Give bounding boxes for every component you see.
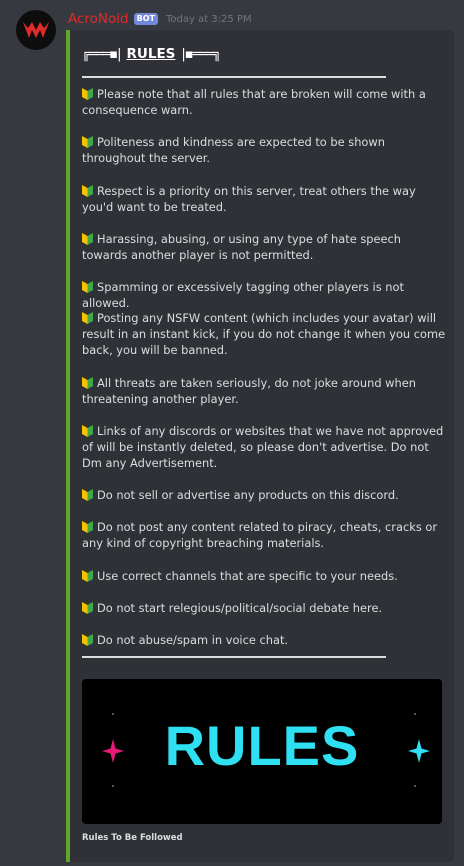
beginner-shield-icon: [82, 88, 93, 100]
beginner-shield-icon: [82, 185, 93, 197]
rule-text: Do not sell or advertise any products on…: [97, 488, 399, 502]
rule-item: All threats are taken seriously, do not …: [82, 375, 446, 407]
rule-text: Do not post any content related to pirac…: [82, 520, 438, 550]
beginner-shield-icon: [82, 312, 93, 324]
beginner-shield-icon: [82, 136, 93, 148]
beginner-shield-icon: [82, 521, 93, 533]
rules-embed: ╔═══▪| RULES |▪═══╗ Please note that all…: [66, 30, 454, 862]
rule-text: Spamming or excessively tagging other pl…: [82, 280, 404, 310]
acronoid-logo-icon: [23, 22, 49, 38]
rule-item: Politeness and kindness are expected to …: [82, 134, 446, 166]
title-ornament-left: ╔═══▪|: [82, 46, 121, 62]
timestamp[interactable]: Today at 3:25 PM: [166, 14, 252, 25]
divider-top: [82, 76, 386, 78]
rule-text: Do not start relegious/political/social …: [97, 601, 383, 615]
rule-item: Posting any NSFW content (which includes…: [82, 310, 446, 358]
rule-text: Use correct channels that are specific t…: [97, 569, 398, 583]
beginner-shield-icon: [82, 425, 93, 437]
title-ornament-right: |▪═══╗: [181, 46, 220, 62]
rule-text: Posting any NSFW content (which includes…: [82, 311, 446, 357]
rules-banner-image[interactable]: RULES: [82, 679, 442, 824]
avatar[interactable]: [16, 10, 56, 50]
rule-text: Links of any discords or websites that w…: [82, 424, 444, 470]
beginner-shield-icon: [82, 233, 93, 245]
banner-rules-text: RULES: [164, 714, 360, 777]
rule-item: Harassing, abusing, or using any type of…: [82, 231, 446, 263]
divider-bottom: [82, 656, 386, 658]
message-header: AcroNoid BOT Today at 3:25 PM: [68, 10, 252, 28]
beginner-shield-icon: [82, 377, 93, 389]
sparkle-dot: [414, 785, 416, 787]
beginner-shield-icon: [82, 602, 93, 614]
beginner-shield-icon: [82, 634, 93, 646]
rule-text: All threats are taken seriously, do not …: [82, 376, 416, 406]
rule-item: Please note that all rules that are brok…: [82, 86, 446, 118]
rule-item: Links of any discords or websites that w…: [82, 423, 446, 471]
beginner-shield-icon: [82, 570, 93, 582]
rule-text: Harassing, abusing, or using any type of…: [82, 232, 401, 262]
rule-text: Politeness and kindness are expected to …: [82, 135, 385, 165]
sparkle-dot: [112, 785, 114, 787]
rule-text: Do not abuse/spam in voice chat.: [97, 633, 289, 647]
rule-text: Respect is a priority on this server, tr…: [82, 184, 416, 214]
beginner-shield-icon: [82, 281, 93, 293]
rule-item: Do not sell or advertise any products on…: [82, 487, 446, 503]
rule-item: Do not start relegious/political/social …: [82, 600, 446, 616]
rule-item: Do not post any content related to pirac…: [82, 519, 446, 551]
rule-item: Use correct channels that are specific t…: [82, 568, 446, 584]
username[interactable]: AcroNoid: [68, 11, 129, 27]
rule-item: Respect is a priority on this server, tr…: [82, 183, 446, 215]
embed-title: ╔═══▪| RULES |▪═══╗: [82, 44, 221, 64]
rule-item: Spamming or excessively tagging other pl…: [82, 279, 446, 311]
embed-footer: Rules To Be Followed: [82, 833, 183, 843]
embed-title-text: RULES: [126, 46, 176, 62]
bot-tag: BOT: [133, 13, 158, 25]
beginner-shield-icon: [82, 489, 93, 501]
rule-item: Do not abuse/spam in voice chat.: [82, 632, 446, 648]
rule-text: Please note that all rules that are brok…: [82, 87, 426, 117]
